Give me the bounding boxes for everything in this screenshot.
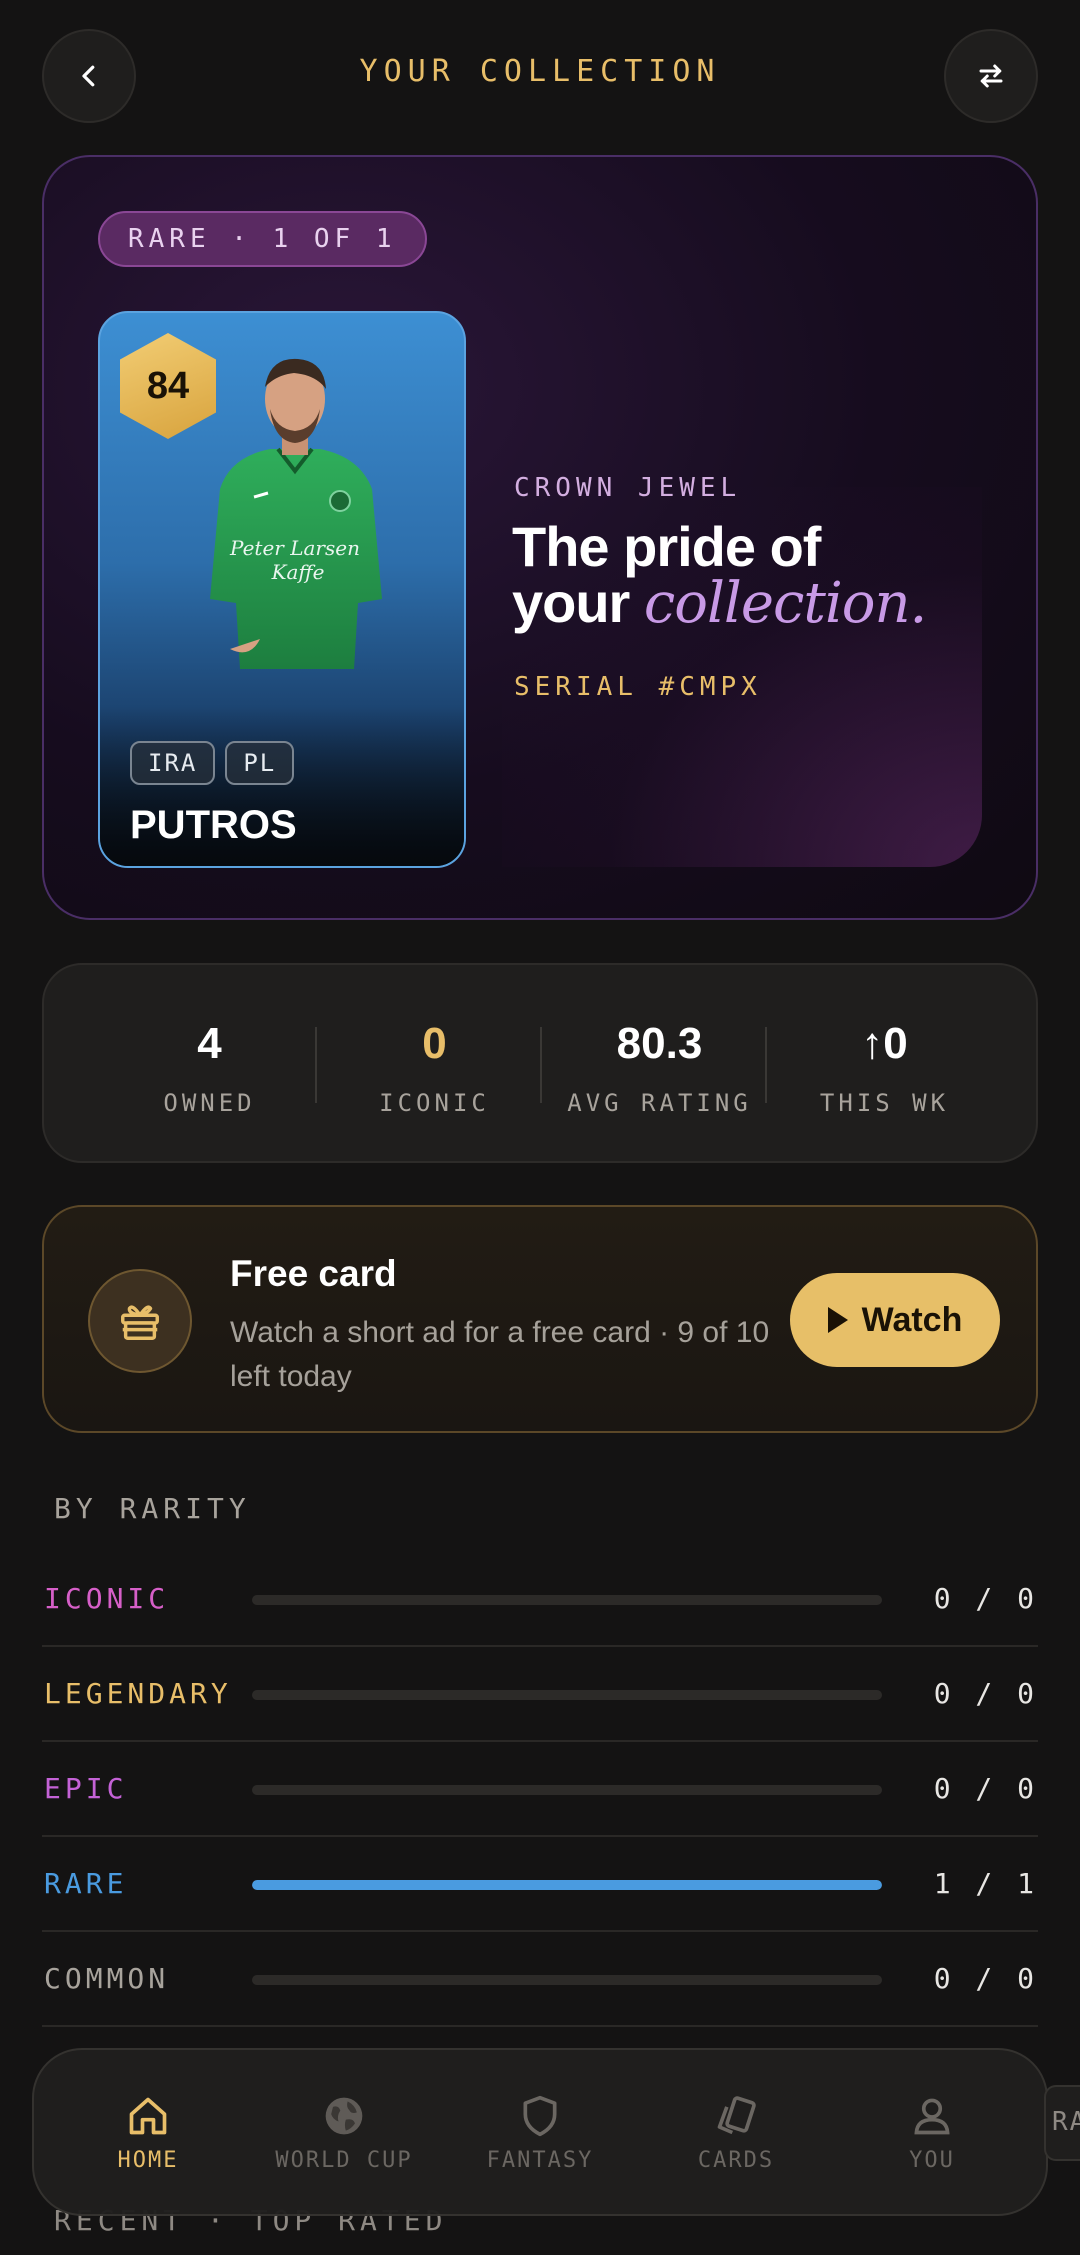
stat-label: AVG RATING <box>567 1089 752 1117</box>
gift-icon-badge <box>88 1269 192 1373</box>
stat-value: 80.3 <box>616 1019 703 1068</box>
nav-item-home[interactable]: HOME <box>50 2094 246 2173</box>
rarity-count: 0 / 0 <box>933 1772 1038 1805</box>
rarity-name: ICONIC <box>44 1582 170 1615</box>
header: YOUR COLLECTION <box>0 0 1080 150</box>
player-card[interactable]: 84 Peter Larsen Kaffe IRA PL PUTROS <box>98 311 466 868</box>
rarity-row-epic[interactable]: EPIC 0 / 0 <box>42 1742 1038 1837</box>
free-card-offer: Free card Watch a short ad for a free ca… <box>42 1205 1038 1433</box>
player-name: PUTROS <box>130 803 297 847</box>
headline-accent: collection. <box>643 571 927 636</box>
rarity-progress-track <box>252 1975 882 1985</box>
user-icon <box>914 2098 950 2135</box>
nav-item-fantasy[interactable]: FANTASY <box>442 2094 638 2173</box>
offscreen-chip[interactable]: RA <box>1044 2085 1080 2161</box>
rarity-name: COMMON <box>44 1962 170 1995</box>
crown-jewel-label: CROWN JEWEL <box>514 473 742 503</box>
watch-ad-button[interactable]: Watch <box>790 1273 1000 1367</box>
rarity-progress-track <box>252 1785 882 1795</box>
cards-icon <box>717 2096 756 2135</box>
hero-headline: The pride of your collection. <box>512 515 927 632</box>
stat-value: 0 <box>422 1019 447 1068</box>
nav-label: WORLD CUP <box>275 2148 413 2173</box>
stat-avg-rating: 80.3 AVG RATING <box>547 965 772 1165</box>
stat-label: OWNED <box>163 1089 256 1117</box>
rarity-name: LEGENDARY <box>44 1677 232 1710</box>
nav-label: YOU <box>909 2148 955 2173</box>
home-icon <box>129 2097 167 2135</box>
card-tags: IRA PL <box>130 741 295 785</box>
rarity-count: 0 / 0 <box>933 1962 1038 1995</box>
stat-value: ↑0 <box>861 1019 908 1068</box>
nation-tag: IRA <box>130 741 216 785</box>
collection-stats: 4 OWNED 0 ICONIC 80.3 AVG RATING ↑0 THIS… <box>42 963 1038 1163</box>
stat-iconic: 0 ICONIC <box>322 965 547 1165</box>
play-icon <box>827 1307 848 1333</box>
rarity-progress-track <box>252 1595 882 1605</box>
gift-icon <box>121 1305 159 1340</box>
stat-label: THIS WK <box>819 1089 950 1117</box>
stat-divider <box>540 1027 542 1103</box>
nav-label: FANTASY <box>486 2148 594 2173</box>
rarity-list: ICONIC 0 / 0 LEGENDARY 0 / 0 EPIC 0 / 0 … <box>42 1552 1038 2027</box>
shield-icon <box>523 2095 557 2137</box>
headline-line-1: The pride of <box>512 515 821 578</box>
stat-label: ICONIC <box>379 1089 490 1117</box>
by-rarity-heading: BY RARITY <box>54 1492 251 1525</box>
stat-value: 4 <box>197 1019 222 1068</box>
svg-text:Peter Larsen: Peter Larsen <box>229 536 360 560</box>
watch-button-label: Watch <box>861 1300 963 1339</box>
nav-label: HOME <box>117 2148 179 2173</box>
globe-icon <box>325 2097 363 2135</box>
bottom-nav: HOME WORLD CUP FANTASY CARDS YOU <box>32 2048 1048 2216</box>
stat-this-week: ↑0 THIS WK <box>772 965 997 1165</box>
headline-line-2: your collection. <box>512 575 927 632</box>
rarity-name: RARE <box>44 1867 128 1900</box>
headline-plain: your <box>512 571 630 634</box>
swap-button[interactable] <box>944 29 1038 123</box>
rarity-count: 0 / 0 <box>933 1677 1038 1710</box>
rarity-name: EPIC <box>44 1772 128 1805</box>
nav-label: CARDS <box>697 2148 775 2173</box>
nav-item-world-cup[interactable]: WORLD CUP <box>246 2094 442 2173</box>
rarity-progress-track <box>252 1690 882 1700</box>
free-card-description: Watch a short ad for a free card · 9 of … <box>230 1316 770 1393</box>
serial-number: SERIAL #CMPX <box>514 672 762 702</box>
rarity-progress-track <box>252 1880 882 1890</box>
rarity-progress-fill <box>252 1880 882 1890</box>
rarity-pill: RARE · 1 OF 1 <box>98 211 427 267</box>
rarity-row-rare[interactable]: RARE 1 / 1 <box>42 1837 1038 1932</box>
swap-arrows-icon <box>979 64 1003 88</box>
rarity-row-legendary[interactable]: LEGENDARY 0 / 0 <box>42 1647 1038 1742</box>
svg-text:Kaffe: Kaffe <box>271 560 325 584</box>
page-title: YOUR COLLECTION <box>359 54 721 89</box>
nav-item-cards[interactable]: CARDS <box>638 2094 834 2173</box>
league-tag: PL <box>225 741 295 785</box>
rarity-row-common[interactable]: COMMON 0 / 0 <box>42 1932 1038 2027</box>
free-card-title: Free card <box>230 1253 397 1294</box>
nav-item-you[interactable]: YOU <box>834 2094 1030 2173</box>
crown-jewel-hero[interactable]: RARE · 1 OF 1 84 Peter Larsen Kaffe IRA … <box>42 155 1038 920</box>
player-photo: Peter Larsen Kaffe <box>210 358 382 669</box>
stat-owned: 4 OWNED <box>97 965 322 1165</box>
rarity-row-iconic[interactable]: ICONIC 0 / 0 <box>42 1552 1038 1647</box>
stat-divider <box>765 1027 767 1103</box>
rarity-count: 0 / 0 <box>933 1582 1038 1615</box>
stat-divider <box>315 1027 317 1103</box>
rarity-count: 1 / 1 <box>933 1867 1038 1900</box>
